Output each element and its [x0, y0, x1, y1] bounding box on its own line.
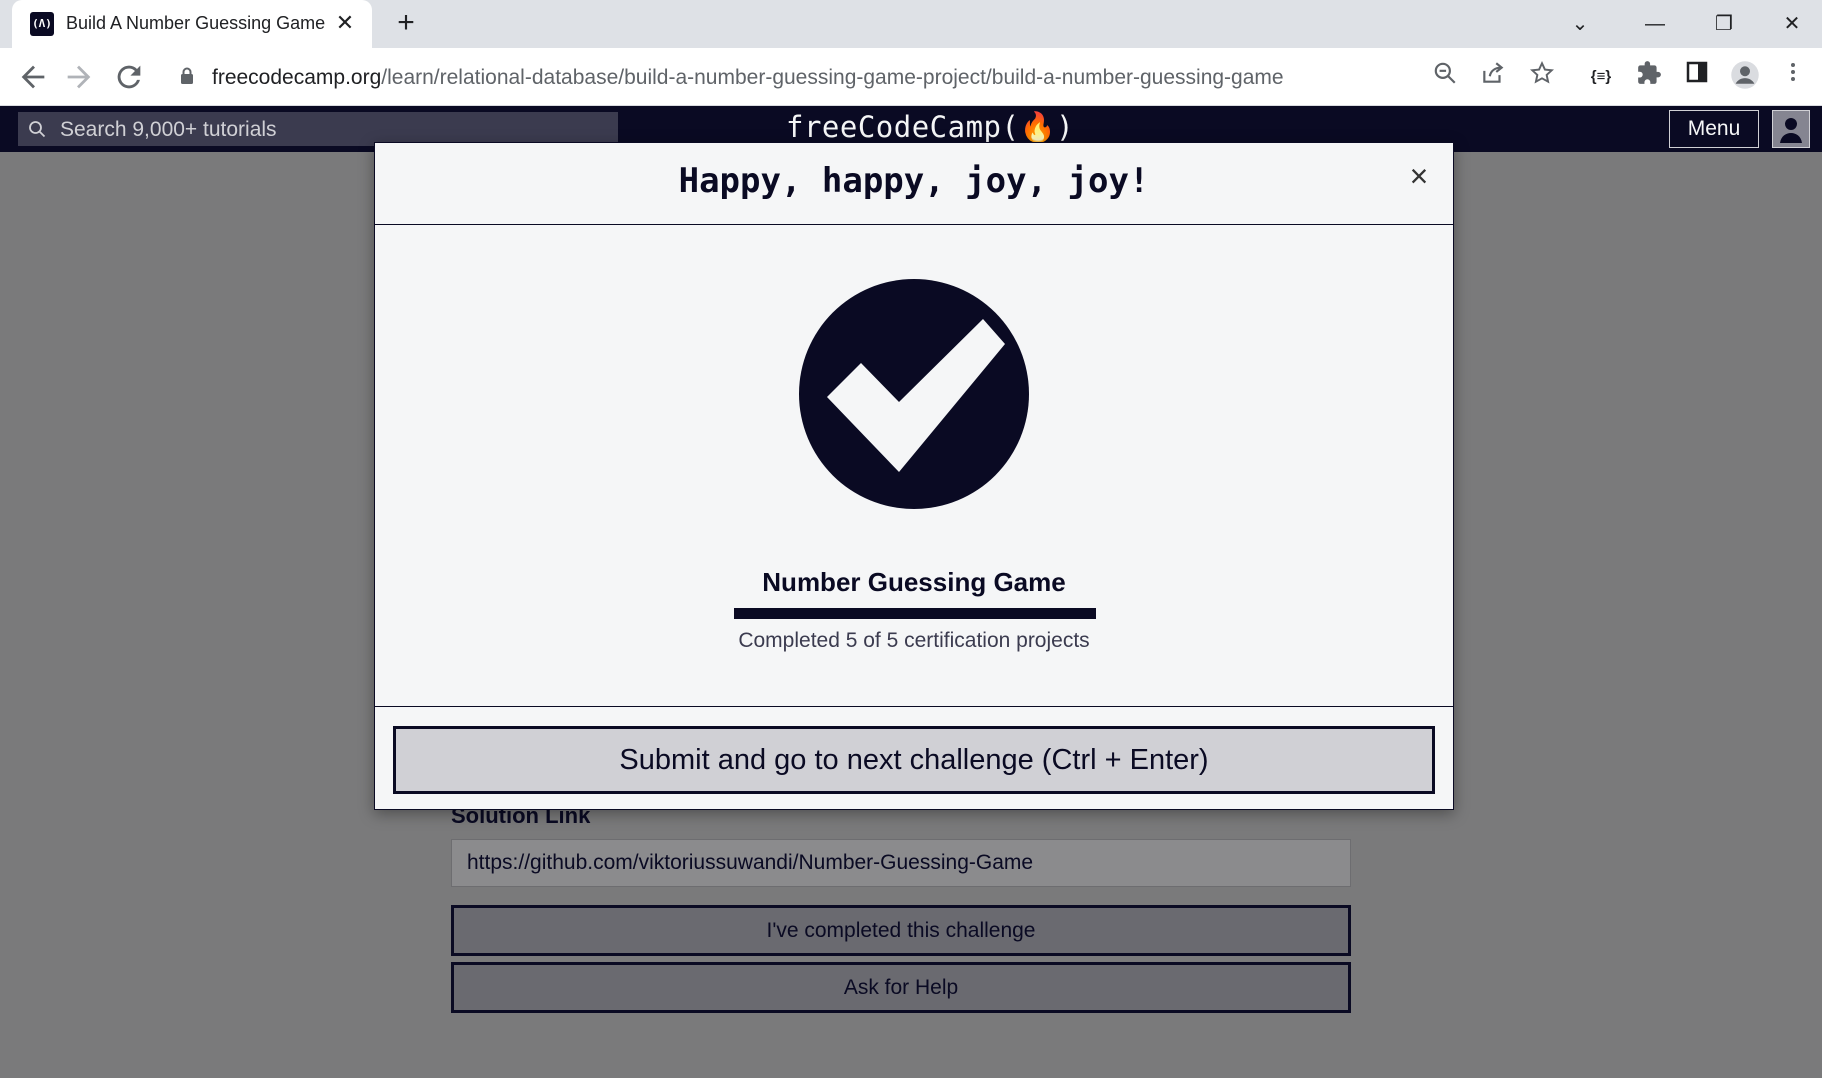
user-avatar-icon[interactable]: [1772, 110, 1810, 148]
url-text: freecodecamp.org/learn/relational-databa…: [212, 66, 1284, 90]
browser-tabstrip: (Λ) Build A Number Guessing Game ✕ + ⌄ —…: [0, 0, 1822, 48]
search-icon: [29, 121, 46, 138]
profile-avatar-icon[interactable]: [1728, 60, 1762, 94]
tab-title: Build A Number Guessing Game: [66, 13, 326, 33]
menu-button[interactable]: Menu: [1669, 110, 1759, 148]
checkmark-circle-icon: [799, 279, 1029, 509]
reload-icon[interactable]: [112, 60, 146, 94]
side-panel-icon[interactable]: [1680, 60, 1714, 94]
restore-button[interactable]: ❐: [1704, 6, 1744, 42]
close-window-button[interactable]: ✕: [1772, 6, 1812, 42]
ask-for-help-button[interactable]: Ask for Help: [451, 962, 1351, 1013]
tab-close-icon[interactable]: ✕: [332, 10, 358, 36]
fcc-search-input[interactable]: Search 9,000+ tutorials: [18, 112, 618, 146]
modal-title: Happy, happy, joy, joy!: [678, 161, 1150, 201]
tab-search-chevron-icon[interactable]: ⌄: [1560, 6, 1600, 42]
certification-progress-bar: [734, 608, 1096, 619]
modal-header: Happy, happy, joy, joy! ×: [375, 143, 1453, 225]
freecodecamp-favicon-icon: (Λ): [30, 12, 54, 36]
search-placeholder: Search 9,000+ tutorials: [60, 118, 277, 141]
completion-modal: Happy, happy, joy, joy! × Number Guessin…: [374, 142, 1454, 810]
url-path: /learn/relational-database/build-a-numbe…: [381, 66, 1284, 89]
lock-icon: [181, 67, 193, 84]
share-icon[interactable]: [1476, 60, 1510, 94]
minimize-button[interactable]: —: [1635, 6, 1675, 42]
extension-json-icon[interactable]: {≡}: [1584, 60, 1618, 94]
submit-next-challenge-button[interactable]: Submit and go to next challenge (Ctrl + …: [393, 726, 1435, 794]
progress-text: Completed 5 of 5 certification projects: [738, 629, 1090, 652]
address-bar[interactable]: freecodecamp.org/learn/relational-databa…: [166, 55, 1566, 99]
solution-link-input[interactable]: https://github.com/viktoriussuwandi/Numb…: [451, 839, 1351, 887]
project-name: Number Guessing Game: [762, 567, 1066, 597]
zoom-icon[interactable]: [1428, 60, 1462, 94]
progress-fill: [734, 608, 1096, 619]
new-tab-button[interactable]: +: [390, 8, 422, 40]
extensions-puzzle-icon[interactable]: [1632, 60, 1666, 94]
modal-footer: Submit and go to next challenge (Ctrl + …: [375, 706, 1453, 811]
solution-link-value: https://github.com/viktoriussuwandi/Numb…: [467, 851, 1034, 874]
forward-arrow-icon[interactable]: [62, 60, 96, 94]
browser-toolbar: freecodecamp.org/learn/relational-databa…: [0, 48, 1822, 106]
completed-challenge-button[interactable]: I've completed this challenge: [451, 905, 1351, 956]
bookmark-star-icon[interactable]: [1525, 60, 1559, 94]
close-icon[interactable]: ×: [1403, 160, 1435, 193]
browser-menu-kebab-icon[interactable]: [1776, 60, 1810, 94]
url-host: freecodecamp.org: [212, 66, 382, 89]
browser-tab[interactable]: (Λ) Build A Number Guessing Game ✕: [12, 0, 372, 48]
fcc-logo[interactable]: freeCodeCamp(🔥): [786, 110, 1074, 145]
back-arrow-icon[interactable]: [16, 60, 50, 94]
